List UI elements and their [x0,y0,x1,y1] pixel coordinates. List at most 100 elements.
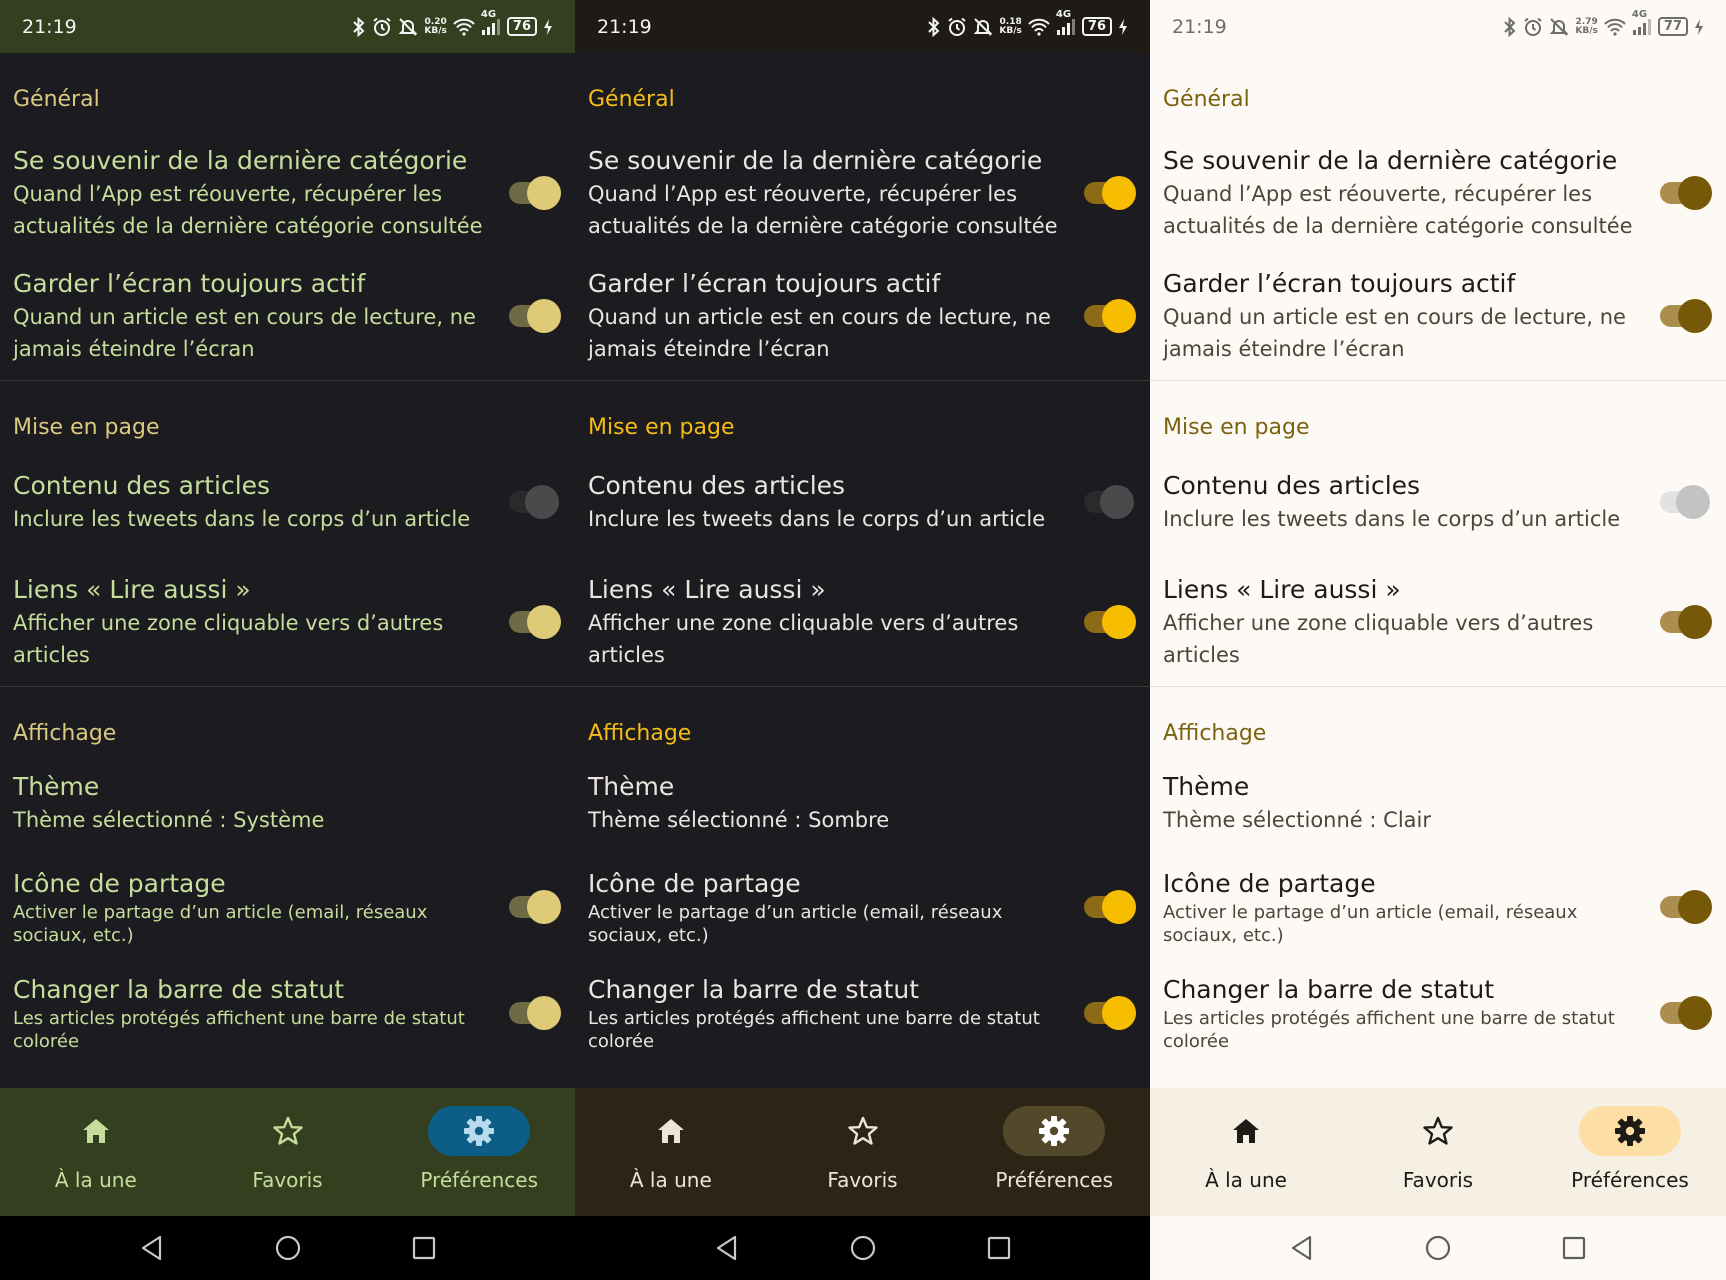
setting-remember-category[interactable]: Se souvenir de la dernière catégorie Qua… [0,134,575,252]
toggle-switch[interactable] [1084,887,1136,927]
toggle-switch[interactable] [1660,482,1712,522]
toggle-switch[interactable] [1084,173,1136,213]
toggle-thumb [1102,176,1136,210]
toggle-switch[interactable] [509,173,561,213]
nav-item-home[interactable]: À la une [0,1088,192,1216]
setting-description: Quand l’App est réouverte, récupérer les… [13,182,483,238]
network-speed: 0.20 KB/s [424,16,447,36]
setting-article-content[interactable]: Contenu des articles Inclure les tweets … [575,462,1150,542]
recents-icon[interactable] [1561,1235,1587,1261]
status-time: 21:19 [22,15,77,38]
nav-item-favorites[interactable]: Favoris [1342,1088,1534,1216]
recents-icon[interactable] [986,1235,1012,1261]
setting-status-bar[interactable]: Changer la barre de statut Les articles … [0,968,575,1058]
toggle-switch[interactable] [509,887,561,927]
toggle-switch[interactable] [1660,602,1712,642]
section-layout: Mise en page Contenu des articles Inclur… [1150,380,1726,686]
setting-article-content[interactable]: Contenu des articles Inclure les tweets … [1150,462,1726,542]
nav-item-home[interactable]: À la une [1150,1088,1342,1216]
battery-icon: 76 [1081,17,1112,36]
bottom-navigation: À la une Favoris Préférences [0,1088,575,1216]
toggle-switch[interactable] [1660,887,1712,927]
toggle-switch[interactable] [509,993,561,1033]
active-indicator [1579,1106,1681,1156]
setting-description: Quand l’App est réouverte, récupérer les… [588,182,1058,238]
setting-share-icon[interactable]: Icône de partage Activer le partage d’un… [1150,862,1726,952]
nav-item-preferences[interactable]: Préférences [383,1088,575,1216]
back-icon[interactable] [1289,1235,1315,1261]
setting-status-bar[interactable]: Changer la barre de statut Les articles … [575,968,1150,1058]
toggle-thumb [1678,176,1712,210]
setting-theme[interactable]: Thème Thème sélectionné : Système [0,768,575,838]
home-circle-icon[interactable] [850,1235,876,1261]
setting-title: Changer la barre de statut [13,975,345,1004]
network-speed: 0.18 KB/s [999,16,1022,36]
setting-status-bar[interactable]: Changer la barre de statut Les articles … [1150,968,1726,1058]
nav-item-favorites[interactable]: Favoris [767,1088,959,1216]
section-title: Général [1163,87,1250,112]
bluetooth-icon [927,16,941,37]
toggle-switch[interactable] [1660,173,1712,213]
setting-theme[interactable]: Thème Thème sélectionné : Sombre [575,768,1150,838]
setting-article-content[interactable]: Contenu des articles Inclure les tweets … [0,462,575,542]
setting-read-also-links[interactable]: Liens « Lire aussi » Afficher une zone c… [0,558,575,686]
setting-title: Thème [1163,772,1250,801]
setting-read-also-links[interactable]: Liens « Lire aussi » Afficher une zone c… [1150,558,1726,686]
toggle-switch[interactable] [509,482,561,522]
toggle-switch[interactable] [1660,993,1712,1033]
setting-keep-screen-on[interactable]: Garder l’écran toujours actif Quand un a… [575,252,1150,380]
back-icon[interactable] [714,1235,740,1261]
toggle-switch[interactable] [509,296,561,336]
bottom-navigation: À la une Favoris Préférences [1150,1088,1726,1216]
setting-description: Inclure les tweets dans le corps d’un ar… [13,507,471,531]
toggle-switch[interactable] [1660,296,1712,336]
toggle-switch[interactable] [1084,993,1136,1033]
section-title: Affichage [13,721,117,746]
toggle-thumb [1102,605,1136,639]
setting-share-icon[interactable]: Icône de partage Activer le partage d’un… [0,862,575,952]
setting-description: Thème sélectionné : Système [13,808,325,832]
star-icon [272,1116,304,1146]
nav-item-preferences[interactable]: Préférences [1534,1088,1726,1216]
alarm-icon [947,17,967,37]
signal-icon: 4G [481,9,501,36]
toggle-thumb [1102,996,1136,1030]
bluetooth-icon [1503,16,1517,37]
toggle-switch[interactable] [1084,482,1136,522]
nav-item-favorites[interactable]: Favoris [192,1088,384,1216]
settings-list: Général Se souvenir de la dernière catég… [1150,53,1726,1088]
setting-title: Garder l’écran toujours actif [1163,269,1516,298]
nav-label-favorites: Favoris [1402,1168,1474,1192]
setting-description: Inclure les tweets dans le corps d’un ar… [588,507,1046,531]
toggle-switch[interactable] [1084,602,1136,642]
home-circle-icon[interactable] [275,1235,301,1261]
setting-keep-screen-on[interactable]: Garder l’écran toujours actif Quand un a… [1150,252,1726,380]
back-icon[interactable] [139,1235,165,1261]
mute-icon [1549,17,1569,37]
setting-title: Thème [588,772,675,801]
setting-remember-category[interactable]: Se souvenir de la dernière catégorie Qua… [1150,134,1726,252]
home-circle-icon[interactable] [1425,1235,1451,1261]
setting-read-also-links[interactable]: Liens « Lire aussi » Afficher une zone c… [575,558,1150,686]
toggle-switch[interactable] [1084,296,1136,336]
recents-icon[interactable] [411,1235,437,1261]
setting-keep-screen-on[interactable]: Garder l’écran toujours actif Quand un a… [0,252,575,380]
setting-theme[interactable]: Thème Thème sélectionné : Clair [1150,768,1726,838]
section-layout: Mise en page Contenu des articles Inclur… [0,380,575,686]
setting-title: Liens « Lire aussi » [13,575,251,604]
setting-title: Changer la barre de statut [1163,975,1495,1004]
toggle-thumb [1678,605,1712,639]
signal-icon: 4G [1056,9,1076,36]
setting-description: Afficher une zone cliquable vers d’autre… [588,611,1019,667]
bluetooth-icon [352,16,366,37]
setting-share-icon[interactable]: Icône de partage Activer le partage d’un… [575,862,1150,952]
nav-label-home: À la une [54,1168,137,1192]
setting-remember-category[interactable]: Se souvenir de la dernière catégorie Qua… [575,134,1150,252]
status-icons: 0.20 KB/s 4G 76 [352,9,553,37]
toggle-switch[interactable] [509,602,561,642]
nav-item-preferences[interactable]: Préférences [958,1088,1150,1216]
section-title: Affichage [588,721,692,746]
nav-item-home[interactable]: À la une [575,1088,767,1216]
setting-description: Quand l’App est réouverte, récupérer les… [1163,182,1633,238]
toggle-thumb [527,299,561,333]
